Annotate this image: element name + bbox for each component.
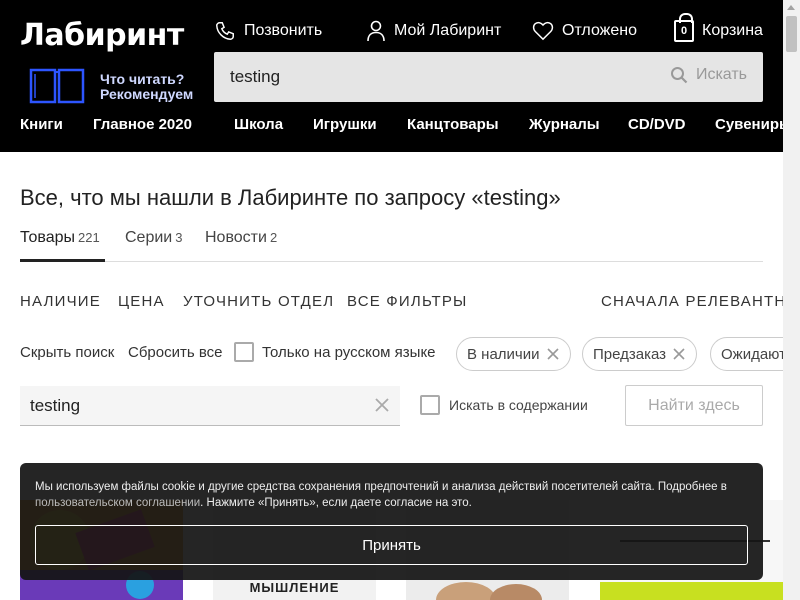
account-link[interactable]: Мой Лабиринт [366,16,501,46]
saved-label: Отложено [562,22,637,39]
tab-news-label: Новости [205,229,267,246]
chip-preorder[interactable]: Предзаказ [582,337,698,371]
search-icon [670,67,688,84]
tab-series-label: Серии [125,229,173,246]
chip-in-stock[interactable]: В наличии [456,337,571,371]
main-search: Искать [214,52,763,102]
reset-all-link[interactable]: Сбросить все [128,344,222,361]
result-tabs: Товары 221 Серии 3 Новости 2 [20,229,763,262]
russian-only-checkbox[interactable] [234,342,254,362]
chip-in-stock-label: В наличии [467,345,540,363]
filter-bar: НАЛИЧИЕ ЦЕНА УТОЧНИТЬ ОТДЕЛ ВСЕ ФИЛЬТРЫ … [20,293,783,313]
menu-item-books[interactable]: Книги [20,116,63,133]
menu-item-stationery[interactable]: Канцтовары [407,116,499,133]
recommend-banner[interactable]: Что читать? Рекомендуем [28,64,198,108]
call-label: Позвонить [244,22,323,39]
page-title: Все, что мы нашли в Лабиринте по запросу… [20,185,561,210]
scroll-thumb[interactable] [786,16,797,52]
cookie-text: Мы используем файлы cookie и другие сред… [35,479,751,511]
cart-link[interactable]: 0 Корзина [674,13,763,46]
tab-products-label: Товары [20,229,76,246]
recommend-line-2: Рекомендуем [100,86,194,102]
close-icon[interactable] [546,347,560,361]
phone-icon [216,22,234,40]
refine-search-field[interactable]: testing [20,386,400,426]
logo[interactable]: Лабиринт [20,18,184,53]
page-scrollbar[interactable] [783,0,800,600]
menu-item-cd-dvd[interactable]: CD/DVD [628,116,686,133]
menu-item-school[interactable]: Школа [234,116,283,133]
chip-expected-label: Ожидаются [721,345,783,363]
call-link[interactable]: Позвонить [214,16,322,46]
menu-item-magazines[interactable]: Журналы [529,116,600,133]
account-label: Мой Лабиринт [394,22,502,39]
search-in-contents-checkbox[interactable] [420,395,440,415]
refine-search-value: testing [30,396,81,415]
accept-cookies-button[interactable]: Принять [35,525,748,565]
open-book-icon [29,68,85,104]
hide-search-link[interactable]: Скрыть поиск [20,344,114,361]
clear-icon[interactable] [374,397,390,413]
scroll-up-arrow-icon[interactable] [787,5,795,10]
russian-only-label: Только на русском языке [262,344,436,361]
tab-news[interactable]: Новости 2 [205,229,277,262]
cart-icon: 0 [674,13,694,42]
cookie-text-main: Мы используем файлы cookie и другие сред… [35,481,727,493]
chip-expected[interactable]: Ожидаются [710,337,783,371]
recommend-text: Что читать? Рекомендуем [100,72,198,102]
heart-icon [532,21,554,41]
filter-all[interactable]: ВСЕ ФИЛЬТРЫ [347,293,468,310]
main-search-input[interactable] [230,64,630,90]
user-icon [367,20,385,42]
search-in-contents-label: Искать в содержании [449,397,588,413]
close-icon[interactable] [672,347,686,361]
tab-news-count: 2 [269,230,278,245]
find-here-button[interactable]: Найти здесь [625,385,763,426]
cart-count: 0 [680,25,688,37]
menu-item-souvenirs[interactable]: Сувениры [715,116,783,133]
tab-series-count: 3 [175,230,183,245]
cookie-banner: Мы используем файлы cookie и другие сред… [20,463,763,580]
product-cover-2-title: МЫШЛЕНИЕ [249,580,340,595]
main-menu: Книги Главное 2020 Школа Игрушки Канцтов… [20,116,783,136]
filter-availability[interactable]: НАЛИЧИЕ [20,293,101,310]
cart-label: Корзина [702,22,763,39]
saved-link[interactable]: Отложено [532,16,637,46]
search-button-label: Искать [695,66,747,83]
tab-products-count: 221 [78,230,100,245]
recommend-line-1: Что читать? [100,72,185,87]
search-button[interactable]: Искать [670,66,747,84]
tab-series[interactable]: Серии 3 [125,229,182,262]
site-header: Лабиринт Позвонить Мой Лабиринт Отложено… [0,0,783,152]
cookie-text-end: . Нажмите «Принять», если даете согласие… [200,497,472,509]
search-options-row: Скрыть поиск Сбросить все Только на русс… [0,336,783,372]
user-agreement-link[interactable]: пользовательском соглашении [35,497,200,509]
filter-section[interactable]: УТОЧНИТЬ ОТДЕЛ [183,293,334,310]
menu-item-toys[interactable]: Игрушки [313,116,377,133]
chip-preorder-label: Предзаказ [593,345,667,363]
sort-select[interactable]: СНАЧАЛА РЕЛЕВАНТНЫЕ [601,293,783,310]
menu-item-main-2020[interactable]: Главное 2020 [93,116,192,133]
tab-products[interactable]: Товары 221 [20,229,105,262]
filter-price[interactable]: ЦЕНА [118,293,165,310]
